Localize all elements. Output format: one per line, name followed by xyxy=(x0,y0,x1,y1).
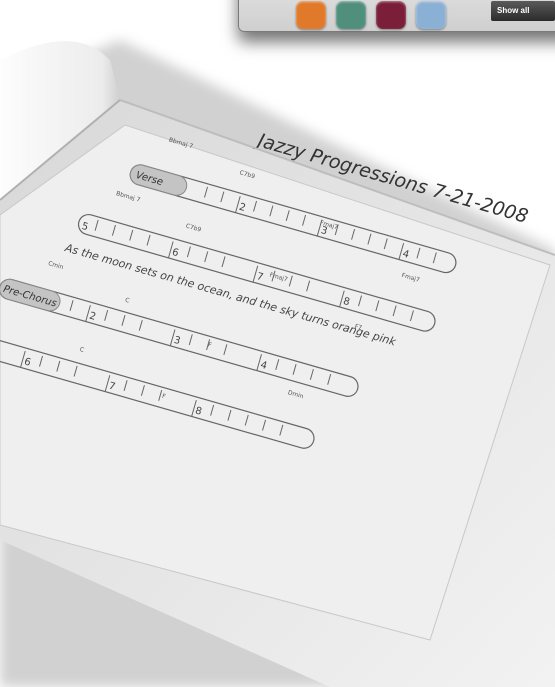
songbook: Jazzy Progressions 7-21-2008 Bbmaj 7 C7b… xyxy=(0,0,555,687)
songbook-illustration: Jazzy Progressions 7-21-2008 Bbmaj 7 C7b… xyxy=(0,40,555,687)
